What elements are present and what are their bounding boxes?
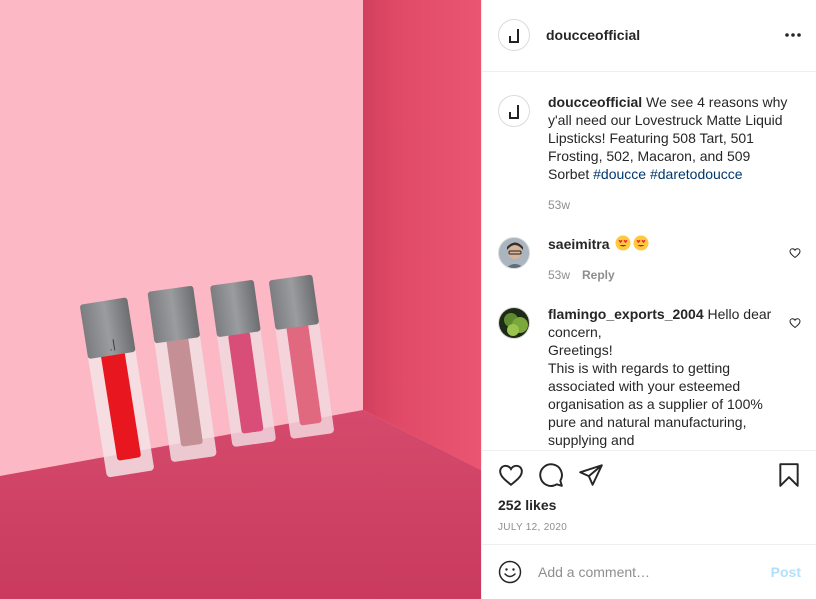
smiley-icon[interactable]: [498, 560, 522, 584]
post-actions: 252 likes JULY 12, 2020: [482, 450, 816, 544]
caption-username[interactable]: doucceofficial: [548, 94, 642, 110]
avatar[interactable]: [498, 19, 530, 51]
hashtag-link[interactable]: #daretodoucce: [650, 166, 743, 182]
comment-input[interactable]: [538, 561, 758, 583]
comment-meta: 53w Reply: [548, 266, 788, 284]
post-date[interactable]: JULY 12, 2020: [498, 522, 567, 533]
like-comment-heart-icon[interactable]: [789, 317, 801, 329]
comment-composer: Post: [482, 544, 816, 599]
post-photo[interactable]: ˌ|: [0, 0, 481, 599]
lipstick-product-photo: ˌ|: [0, 0, 481, 599]
comment-age[interactable]: 53w: [548, 268, 570, 282]
comment-body: flamingo_exports_2004 Hello dear concern…: [548, 305, 788, 449]
caption-meta: 53w: [548, 196, 788, 214]
comments-list[interactable]: doucceofficial We see 4 reasons why y'al…: [482, 73, 816, 449]
post-header: doucceofficial: [482, 0, 816, 72]
caption-age[interactable]: 53w: [548, 198, 570, 212]
comment-username[interactable]: saeimitra: [548, 236, 609, 252]
caption-body: doucceofficial We see 4 reasons why y'al…: [548, 93, 788, 214]
heart-eyes-emoji: [615, 235, 631, 251]
comment-text-line: This is with regards to getting associat…: [548, 360, 763, 448]
like-comment-heart-icon[interactable]: [789, 247, 801, 259]
heart-eyes-emoji: [633, 235, 649, 251]
more-horizontal-icon[interactable]: [783, 27, 803, 43]
post-comment-button[interactable]: Post: [771, 564, 801, 580]
likes-count[interactable]: 252 likes: [498, 497, 556, 513]
comment-icon[interactable]: [538, 462, 564, 488]
brand-logo-icon: [509, 105, 519, 119]
avatar[interactable]: [498, 237, 530, 269]
comment-text-line: Greetings!: [548, 342, 613, 358]
reply-button[interactable]: Reply: [582, 268, 615, 282]
hashtag-link[interactable]: #doucce: [593, 166, 646, 182]
comment-username[interactable]: flamingo_exports_2004: [548, 306, 704, 322]
user-avatar-photo: [499, 238, 529, 268]
avatar[interactable]: [498, 307, 530, 339]
post-side-panel: doucceofficial doucceofficial We see 4 r…: [481, 0, 816, 599]
comment-body: saeimitra 53w Reply: [548, 235, 788, 284]
post-author-username[interactable]: doucceofficial: [546, 27, 640, 43]
brand-logo-icon: [509, 29, 519, 43]
avatar[interactable]: [498, 95, 530, 127]
heart-icon[interactable]: [498, 462, 524, 488]
user-avatar-photo: [499, 308, 529, 338]
paper-plane-icon[interactable]: [578, 462, 604, 488]
bookmark-icon[interactable]: [776, 462, 802, 488]
